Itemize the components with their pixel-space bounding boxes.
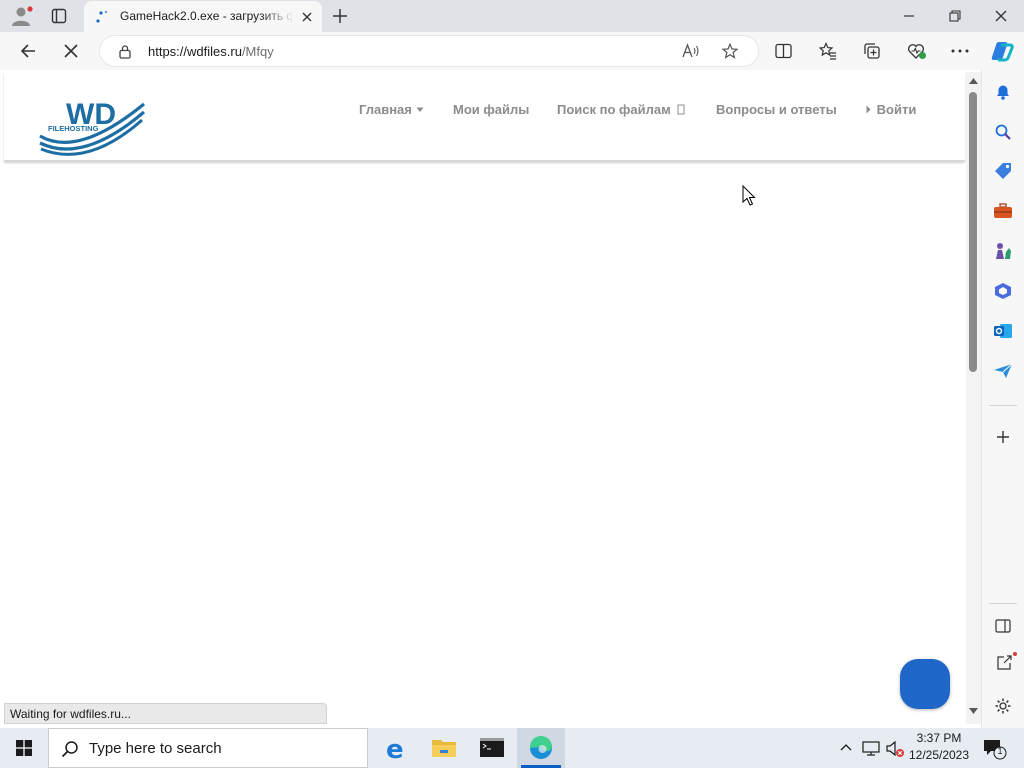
add-app-icon[interactable] xyxy=(996,430,1010,444)
svg-text:e: e xyxy=(386,735,404,765)
restore-icon[interactable] xyxy=(948,9,962,23)
taskbar-search-placeholder: Type here to search xyxy=(89,740,222,757)
settings-gear-icon[interactable] xyxy=(994,697,1012,715)
nav-my-files[interactable]: Мои файлы xyxy=(453,102,529,117)
windows-start-icon[interactable] xyxy=(16,740,32,756)
nav-login-label: Войти xyxy=(876,102,917,117)
microsoft-365-icon[interactable] xyxy=(993,282,1013,300)
read-aloud-icon[interactable] xyxy=(682,43,700,59)
copilot-icon[interactable] xyxy=(989,39,1015,63)
vertical-scrollbar[interactable] xyxy=(966,72,981,724)
mouse-cursor-icon xyxy=(742,185,756,207)
nav-home-label: Главная xyxy=(359,102,412,117)
open-external-icon[interactable] xyxy=(995,652,1017,672)
send-plane-icon[interactable] xyxy=(993,363,1013,379)
scroll-down-arrow-icon[interactable] xyxy=(969,708,978,714)
profile-icon[interactable] xyxy=(10,5,34,27)
split-screen-icon[interactable] xyxy=(775,43,792,59)
taskbar-search-box[interactable]: Type here to search xyxy=(48,728,368,768)
shopping-tag-icon[interactable] xyxy=(993,162,1013,180)
close-tab-icon[interactable] xyxy=(301,11,313,23)
url-text: https://wdfiles.ru/Mfqy xyxy=(148,44,274,59)
nav-file-search[interactable]: Поиск по файлам xyxy=(557,102,686,117)
nav-home[interactable]: Главная xyxy=(359,102,424,117)
loading-spinner-icon xyxy=(94,9,110,25)
browser-essentials-icon[interactable] xyxy=(907,42,927,60)
tools-briefcase-icon[interactable] xyxy=(993,203,1013,219)
network-icon[interactable] xyxy=(862,740,880,756)
site-logo[interactable]: WD FILEHOSTING xyxy=(38,96,148,158)
scroll-up-arrow-icon[interactable] xyxy=(969,78,978,84)
windows-taskbar: Type here to search e 3:37 PM 12/25/2023… xyxy=(0,728,1024,768)
missing-glyph-icon xyxy=(677,104,686,115)
taskbar-ie[interactable]: e xyxy=(372,728,420,768)
taskbar-file-explorer[interactable] xyxy=(420,728,468,768)
notification-count: 1 xyxy=(997,746,1003,756)
tab-bar: GameHack2.0.exe - загрузить фа xyxy=(0,0,1024,32)
taskbar-edge[interactable] xyxy=(517,728,565,768)
back-icon[interactable] xyxy=(19,42,37,60)
tab-title-fade xyxy=(260,5,294,27)
chat-widget-button[interactable] xyxy=(900,659,950,709)
sidebar-divider xyxy=(989,405,1017,406)
clock-time: 3:37 PM xyxy=(916,731,962,745)
lock-icon[interactable] xyxy=(118,44,132,59)
browser-toolbar: https://wdfiles.ru/Mfqy xyxy=(0,32,1024,70)
url-path: /Mfqy xyxy=(241,44,274,59)
collections-icon[interactable] xyxy=(863,42,881,60)
page-viewport: WD FILEHOSTING Главная Мои файлы Поиск п… xyxy=(4,72,981,724)
tab-active[interactable]: GameHack2.0.exe - загрузить фа xyxy=(84,1,322,32)
edge-sidebar xyxy=(981,70,1024,728)
terminal-icon xyxy=(480,738,504,757)
hide-sidebar-icon[interactable] xyxy=(995,619,1011,633)
volume-muted-icon[interactable] xyxy=(885,740,905,758)
address-bar[interactable]: https://wdfiles.ru/Mfqy xyxy=(100,36,758,66)
tab-actions-icon[interactable] xyxy=(51,8,67,24)
scrollbar-thumb[interactable] xyxy=(969,92,977,372)
edge-browser-icon xyxy=(529,735,552,759)
caret-down-icon xyxy=(416,106,424,114)
taskbar-terminal[interactable] xyxy=(468,728,516,768)
notification-center-icon[interactable] xyxy=(982,738,1008,760)
minimize-icon[interactable] xyxy=(902,10,916,22)
taskbar-clock[interactable]: 3:37 PM 12/25/2023 xyxy=(908,730,970,764)
new-tab-icon[interactable] xyxy=(332,8,348,24)
outlook-icon[interactable] xyxy=(993,322,1013,340)
favorites-icon[interactable] xyxy=(819,42,837,60)
status-bar: Waiting for wdfiles.ru... xyxy=(4,703,327,724)
favorite-star-icon[interactable] xyxy=(722,43,738,59)
nav-faq[interactable]: Вопросы и ответы xyxy=(716,102,837,117)
site-header: WD FILEHOSTING Главная Мои файлы Поиск п… xyxy=(4,72,965,161)
nav-file-search-label: Поиск по файлам xyxy=(557,102,671,117)
logo-filehosting-text: FILEHOSTING xyxy=(48,124,99,133)
clock-date: 12/25/2023 xyxy=(908,748,970,762)
games-chess-icon[interactable] xyxy=(993,242,1013,260)
notifications-bell-icon[interactable] xyxy=(994,83,1012,101)
nav-login[interactable]: Войти xyxy=(866,102,916,117)
caret-right-icon xyxy=(866,105,871,114)
show-hidden-icons-chevron-icon[interactable] xyxy=(840,743,852,751)
sidebar-divider-bottom xyxy=(989,603,1017,604)
search-icon xyxy=(61,740,79,758)
url-host: https://wdfiles.ru xyxy=(148,44,242,59)
more-menu-icon[interactable] xyxy=(951,49,969,53)
internet-explorer-icon: e xyxy=(386,735,404,765)
file-explorer-icon xyxy=(432,740,456,757)
close-window-icon[interactable] xyxy=(994,9,1008,23)
stop-loading-icon[interactable] xyxy=(63,43,79,59)
search-icon[interactable] xyxy=(994,123,1012,141)
